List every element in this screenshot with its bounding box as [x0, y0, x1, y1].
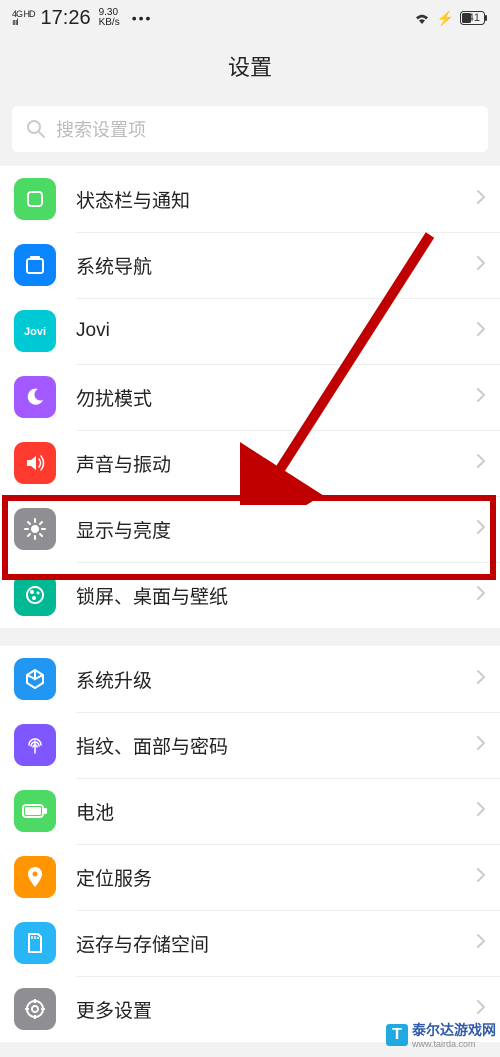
- charging-icon: ⚡: [437, 10, 454, 27]
- row-label: 系统升级: [76, 666, 476, 693]
- cube-icon: [14, 658, 56, 700]
- clock: 17:26: [41, 7, 91, 30]
- palette-icon: [14, 574, 56, 616]
- search-input[interactable]: 搜索设置项: [12, 106, 488, 152]
- settings-row-display[interactable]: 显示与亮度: [0, 496, 500, 562]
- settings-row-dnd[interactable]: 勿扰模式: [0, 364, 500, 430]
- chevron-right-icon: [476, 189, 486, 210]
- battery-icon: [14, 790, 56, 832]
- wifi-icon: [413, 11, 431, 25]
- moon-icon: [14, 376, 56, 418]
- settings-row-location[interactable]: 定位服务: [0, 844, 500, 910]
- search-icon: [26, 119, 46, 139]
- chevron-right-icon: [476, 321, 486, 342]
- brightness-icon: [14, 508, 56, 550]
- chevron-right-icon: [476, 255, 486, 276]
- row-label: 运存与存储空间: [76, 930, 476, 957]
- row-label: 定位服务: [76, 864, 476, 891]
- settings-row-storage[interactable]: 运存与存储空间: [0, 910, 500, 976]
- settings-row-sound[interactable]: 声音与振动: [0, 430, 500, 496]
- settings-row-lock[interactable]: 锁屏、桌面与壁纸: [0, 562, 500, 628]
- pin-icon: [14, 856, 56, 898]
- jovi-icon: Jovi: [14, 310, 56, 352]
- row-label: 声音与振动: [76, 450, 476, 477]
- row-label: 更多设置: [76, 996, 476, 1023]
- gear-icon: [14, 988, 56, 1030]
- row-label: 电池: [76, 798, 476, 825]
- settings-section: 状态栏与通知系统导航 Jovi Jovi 勿扰模式声音与振动显示与亮度锁屏、桌面与壁纸: [0, 166, 500, 628]
- chevron-right-icon: [476, 669, 486, 690]
- settings-row-battery[interactable]: 电池: [0, 778, 500, 844]
- chevron-right-icon: [476, 933, 486, 954]
- status-icon: [14, 178, 56, 220]
- row-label: 指纹、面部与密码: [76, 732, 476, 759]
- row-label: 锁屏、桌面与壁纸: [76, 582, 476, 609]
- svg-text:Jovi: Jovi: [24, 326, 46, 338]
- chevron-right-icon: [476, 585, 486, 606]
- search-container: 搜索设置项: [0, 96, 500, 166]
- battery-icon: 41: [460, 11, 488, 25]
- status-right: ⚡ 41: [413, 10, 488, 27]
- settings-row-nav[interactable]: 系统导航: [0, 232, 500, 298]
- row-label: Jovi: [76, 320, 476, 342]
- watermark: T 泰尔达游戏网 www.tairda.com: [386, 1020, 496, 1049]
- chevron-right-icon: [476, 453, 486, 474]
- nav-icon: [14, 244, 56, 286]
- watermark-name: 泰尔达游戏网: [412, 1022, 496, 1038]
- row-label: 勿扰模式: [76, 384, 476, 411]
- settings-row-status_notif[interactable]: 状态栏与通知: [0, 166, 500, 232]
- row-label: 系统导航: [76, 252, 476, 279]
- chevron-right-icon: [476, 519, 486, 540]
- signal-icon: 4G HD ıııl: [12, 10, 35, 26]
- watermark-logo: T: [386, 1024, 408, 1046]
- chevron-right-icon: [476, 867, 486, 888]
- net-speed: 9.30 KB/s: [99, 8, 120, 28]
- fingerprint-icon: [14, 724, 56, 766]
- status-bar: 4G HD ıııl 17:26 9.30 KB/s ••• ⚡ 41: [0, 0, 500, 36]
- search-placeholder: 搜索设置项: [56, 116, 146, 142]
- settings-row-jovi[interactable]: Jovi Jovi: [0, 298, 500, 364]
- settings-row-upgrade[interactable]: 系统升级: [0, 646, 500, 712]
- page-title: 设置: [0, 36, 500, 96]
- watermark-url: www.tairda.com: [412, 1040, 496, 1049]
- speaker-icon: [14, 442, 56, 484]
- row-label: 状态栏与通知: [76, 186, 476, 213]
- status-left: 4G HD ıııl 17:26 9.30 KB/s •••: [12, 7, 152, 30]
- chevron-right-icon: [476, 801, 486, 822]
- more-dots-icon: •••: [132, 10, 153, 26]
- settings-row-biometric[interactable]: 指纹、面部与密码: [0, 712, 500, 778]
- chevron-right-icon: [476, 999, 486, 1020]
- settings-section: 系统升级指纹、面部与密码电池定位服务运存与存储空间更多设置: [0, 646, 500, 1042]
- chevron-right-icon: [476, 387, 486, 408]
- sd-icon: [14, 922, 56, 964]
- row-label: 显示与亮度: [76, 516, 476, 543]
- chevron-right-icon: [476, 735, 486, 756]
